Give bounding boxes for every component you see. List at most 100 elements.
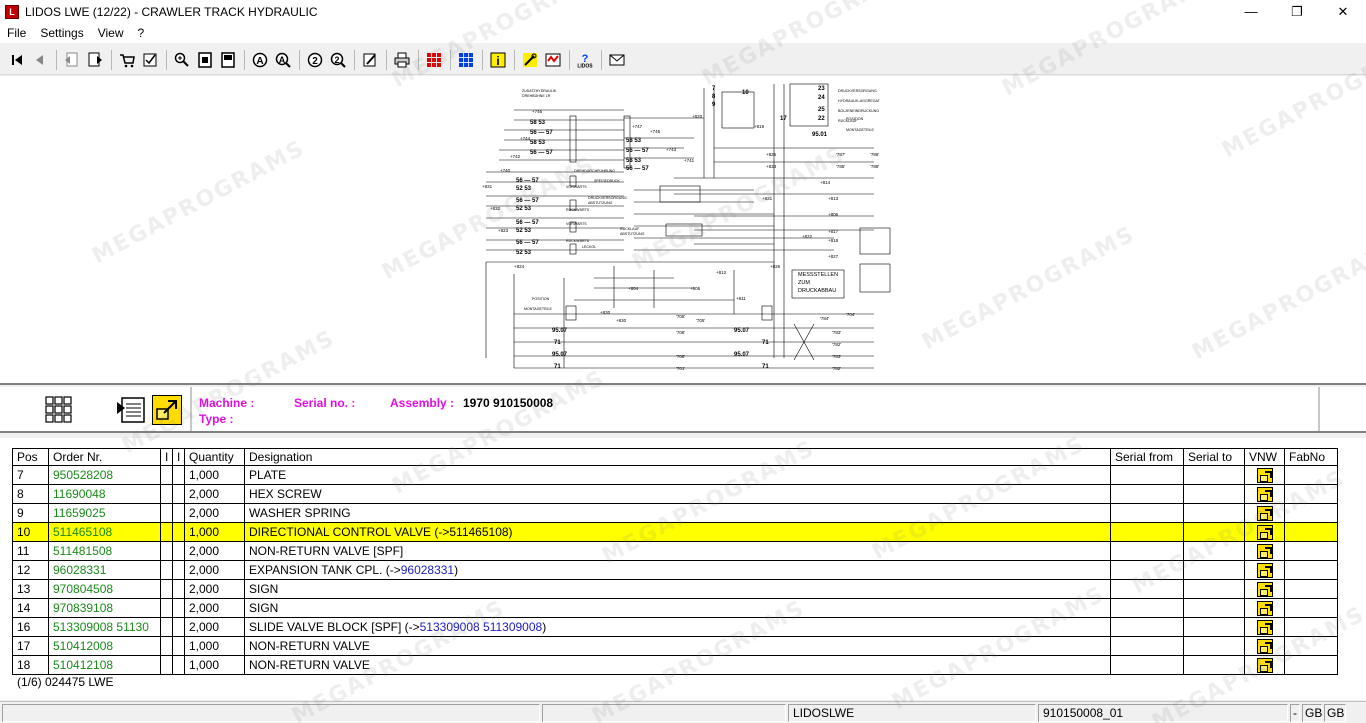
cell-pos[interactable]: 10 [12,522,49,542]
table-row[interactable]: 10 511465108 1,000 DIRECTIONAL CONTROL VALV… [12,522,1338,542]
cell-order-nr[interactable]: 510412008 [48,636,161,656]
cell-designation[interactable]: NON-RETURN VALVE [244,655,1111,675]
cell-pos[interactable]: 7 [12,465,49,485]
search-a-icon[interactable]: A [249,49,271,71]
cell-serial-to[interactable] [1183,484,1245,504]
reference-link[interactable]: 513309008 511309008 [420,620,543,634]
cell-order-nr[interactable]: 511481508 [48,541,161,561]
cell-pos[interactable]: 14 [12,598,49,618]
print-icon[interactable] [391,49,413,71]
cell-pos[interactable]: 8 [12,484,49,504]
table-row[interactable]: 18 510412108 1,000 NON-RETURN VALVE [12,655,1338,675]
cell-pos[interactable]: 9 [12,503,49,523]
cell-designation[interactable]: PLATE [244,465,1111,485]
cell-quantity[interactable]: 1,000 [184,465,245,485]
table-row[interactable]: 7 950528208 1,000 PLATE [12,465,1338,485]
cell-i1[interactable] [160,655,173,675]
vnw-link-icon[interactable] [1256,581,1273,597]
cell-i2[interactable] [172,655,185,675]
cell-fabno[interactable] [1284,503,1338,523]
cell-designation[interactable]: SIGN [244,598,1111,618]
cell-i1[interactable] [160,636,173,656]
cell-i1[interactable] [160,484,173,504]
minimize-button[interactable]: — [1228,0,1274,23]
table-row[interactable]: 8 11690048 2,000 HEX SCREW [12,484,1338,504]
grid-red-icon[interactable] [423,49,445,71]
cell-vnw[interactable] [1244,636,1285,656]
cell-order-nr[interactable]: 970839108 [48,598,161,618]
vnw-link-icon[interactable] [1256,562,1273,578]
col-fabno[interactable]: FabNo [1284,448,1338,466]
cell-i2[interactable] [172,522,185,542]
cell-serial-from[interactable] [1110,598,1184,618]
cell-i2[interactable] [172,598,185,618]
cell-designation[interactable]: HEX SCREW [244,484,1111,504]
tools-icon[interactable] [519,49,541,71]
doc-back-icon[interactable] [61,49,83,71]
cell-order-nr[interactable]: 11690048 [48,484,161,504]
cell-vnw[interactable] [1244,541,1285,561]
cell-quantity[interactable]: 2,000 [184,484,245,504]
col-quantity[interactable]: Quantity [184,448,245,466]
cell-serial-to[interactable] [1183,541,1245,561]
cell-serial-from[interactable] [1110,636,1184,656]
cell-vnw[interactable] [1244,484,1285,504]
cell-fabno[interactable] [1284,579,1338,599]
settings-icon[interactable] [542,49,564,71]
cell-designation[interactable]: EXPANSION TANK CPL. (->96028331) [244,560,1111,580]
cell-serial-from[interactable] [1110,560,1184,580]
cell-designation[interactable]: NON-RETURN VALVE [SPF] [244,541,1111,561]
cell-vnw[interactable] [1244,465,1285,485]
vnw-link-icon[interactable] [1256,600,1273,616]
cell-quantity[interactable]: 2,000 [184,560,245,580]
cell-serial-to[interactable] [1183,655,1245,675]
cell-serial-from[interactable] [1110,617,1184,637]
cell-i1[interactable] [160,541,173,561]
menu-file[interactable]: File [0,26,33,40]
table-row[interactable]: 17 510412008 1,000 NON-RETURN VALVE [12,636,1338,656]
col-serial-from[interactable]: Serial from [1110,448,1184,466]
cell-serial-to[interactable] [1183,465,1245,485]
cell-pos[interactable]: 17 [12,636,49,656]
cell-quantity[interactable]: 2,000 [184,617,245,637]
search-a2-icon[interactable]: A [272,49,294,71]
doc-forward-icon[interactable] [84,49,106,71]
vnw-link-icon[interactable] [1256,657,1273,673]
cell-fabno[interactable] [1284,465,1338,485]
cell-vnw[interactable] [1244,655,1285,675]
menu-settings[interactable]: Settings [33,26,90,40]
page-fit-icon[interactable] [217,49,239,71]
cell-designation[interactable]: NON-RETURN VALVE [244,636,1111,656]
cell-serial-from[interactable] [1110,522,1184,542]
cell-serial-to[interactable] [1183,617,1245,637]
cell-designation[interactable]: SLIDE VALVE BLOCK [SPF] (->513309008 511… [244,617,1111,637]
cell-serial-to[interactable] [1183,579,1245,599]
vnw-link-icon[interactable] [1256,505,1273,521]
cell-quantity[interactable]: 2,000 [184,579,245,599]
zoom-in-icon[interactable] [171,49,193,71]
cell-serial-to[interactable] [1183,560,1245,580]
edit-icon[interactable] [359,49,381,71]
cell-i1[interactable] [160,598,173,618]
vnw-link-icon[interactable] [1256,619,1273,635]
table-row[interactable]: 12 96028331 2,000 EXPANSION TANK CPL. (->96… [12,560,1338,580]
cell-order-nr[interactable]: 950528208 [48,465,161,485]
info-icon[interactable]: i [487,49,509,71]
cell-serial-from[interactable] [1110,655,1184,675]
cell-designation[interactable]: WASHER SPRING [244,503,1111,523]
cell-serial-to[interactable] [1183,636,1245,656]
cell-fabno[interactable] [1284,636,1338,656]
col-serial-to[interactable]: Serial to [1183,448,1245,466]
cell-designation[interactable]: SIGN [244,579,1111,599]
cell-vnw[interactable] [1244,560,1285,580]
cell-vnw[interactable] [1244,522,1285,542]
cell-serial-to[interactable] [1183,522,1245,542]
cell-pos[interactable]: 18 [12,655,49,675]
table-row[interactable]: 16 513309008 51130 2,000 SLIDE VALVE BLOCK … [12,617,1338,637]
cell-fabno[interactable] [1284,484,1338,504]
cell-serial-from[interactable] [1110,484,1184,504]
col-order-nr[interactable]: Order Nr. [48,448,161,466]
vnw-link-icon[interactable] [1256,467,1273,483]
vnw-link-icon[interactable] [1256,524,1273,540]
cell-fabno[interactable] [1284,560,1338,580]
